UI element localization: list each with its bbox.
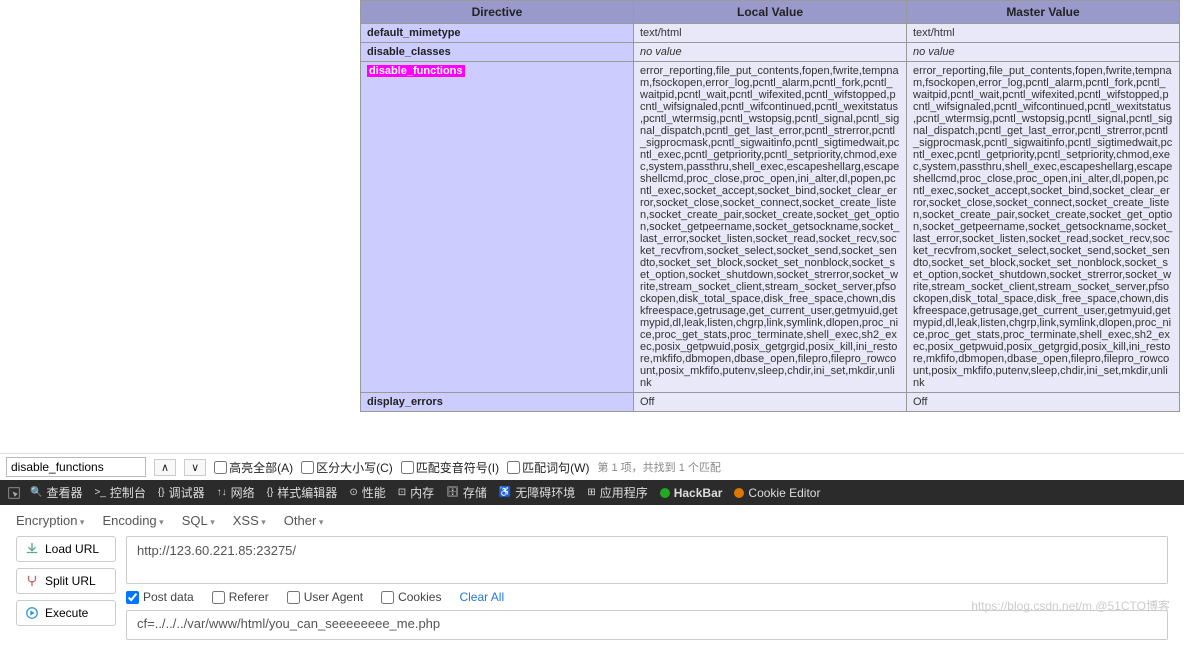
directive-cell: display_errors xyxy=(361,393,634,412)
url-input[interactable]: http://123.60.221.85:23275/ xyxy=(126,536,1168,584)
inspector-icon[interactable] xyxy=(8,487,20,499)
table-row: disable_classesno valueno value xyxy=(361,43,1180,62)
hackbar-menu-sql[interactable]: SQL xyxy=(182,513,215,528)
find-next-button[interactable]: ∨ xyxy=(184,459,206,476)
col-master: Master Value xyxy=(907,1,1180,24)
devtools-tab-控制台[interactable]: >_控制台 xyxy=(94,484,145,501)
directive-cell: disable_functions xyxy=(361,62,634,393)
match-diacritics-checkbox[interactable]: 匹配变音符号(I) xyxy=(401,459,499,476)
devtools-tab-HackBar[interactable]: HackBar xyxy=(660,486,723,500)
devtools-tab-网络[interactable]: ↑↓网络 xyxy=(217,484,255,501)
hackbar-menu-xss[interactable]: XSS xyxy=(233,513,266,528)
split-url-button[interactable]: Split URL xyxy=(16,568,116,594)
devtools-tab-无障碍环境[interactable]: ♿无障碍环境 xyxy=(499,484,575,501)
master-value-cell: error_reporting,file_put_contents,fopen,… xyxy=(907,62,1180,393)
master-value-cell: no value xyxy=(907,43,1180,62)
directive-cell: disable_classes xyxy=(361,43,634,62)
devtools-tab-查看器[interactable]: 🔍查看器 xyxy=(30,484,82,501)
whole-words-checkbox[interactable]: 匹配词句(W) xyxy=(507,459,589,476)
master-value-cell: text/html xyxy=(907,24,1180,43)
table-row: disable_functionserror_reporting,file_pu… xyxy=(361,62,1180,393)
devtools-tab-Cookie Editor[interactable]: Cookie Editor xyxy=(734,486,820,500)
local-value-cell: Off xyxy=(634,393,907,412)
devtools-tab-应用程序[interactable]: ⊞应用程序 xyxy=(587,484,647,501)
find-status: 第 1 项，共找到 1 个匹配 xyxy=(597,459,720,475)
local-value-cell: error_reporting,file_put_contents,fopen,… xyxy=(634,62,907,393)
clear-all-link[interactable]: Clear All xyxy=(459,590,504,604)
devtools-tab-性能[interactable]: ⊙性能 xyxy=(349,484,385,501)
match-case-checkbox[interactable]: 区分大小写(C) xyxy=(301,459,393,476)
devtools-bar: 🔍查看器 >_控制台 {}调试器 ↑↓网络 {}样式编辑器 ⊙性能 ⊡内存 🗄存储 ♿无障碍环境… xyxy=(0,480,1184,505)
table-row: display_errorsOffOff xyxy=(361,393,1180,412)
hackbar-menu-encoding[interactable]: Encoding xyxy=(102,513,163,528)
devtools-tab-样式编辑器[interactable]: {}样式编辑器 xyxy=(267,484,338,501)
directive-cell: default_mimetype xyxy=(361,24,634,43)
local-value-cell: no value xyxy=(634,43,907,62)
col-local: Local Value xyxy=(634,1,907,24)
hackbar-menu-encryption[interactable]: Encryption xyxy=(16,513,84,528)
load-url-button[interactable]: Load URL xyxy=(16,536,116,562)
devtools-tab-存储[interactable]: 🗄存储 xyxy=(446,484,487,501)
phpinfo-table: Directive Local Value Master Value defau… xyxy=(360,0,1180,412)
post-data-input[interactable]: cf=../../../var/www/html/you_can_seeeeee… xyxy=(126,610,1168,640)
hackbar-panel: Encryption Encoding SQL XSS Other Load URL S… xyxy=(0,505,1184,648)
master-value-cell: Off xyxy=(907,393,1180,412)
find-bar: ∧ ∨ 高亮全部(A) 区分大小写(C) 匹配变音符号(I) 匹配词句(W) 第… xyxy=(0,453,1184,480)
cookies-checkbox[interactable]: Cookies xyxy=(381,590,441,604)
post-data-checkbox[interactable]: Post data xyxy=(126,590,194,604)
execute-button[interactable]: Execute xyxy=(16,600,116,626)
devtools-tab-内存[interactable]: ⊡内存 xyxy=(398,484,434,501)
devtools-tab-调试器[interactable]: {}调试器 xyxy=(158,484,205,501)
table-row: default_mimetypetext/htmltext/html xyxy=(361,24,1180,43)
local-value-cell: text/html xyxy=(634,24,907,43)
col-directive: Directive xyxy=(361,1,634,24)
find-prev-button[interactable]: ∧ xyxy=(154,459,176,476)
table-header-row: Directive Local Value Master Value xyxy=(361,1,1180,24)
hackbar-menu: Encryption Encoding SQL XSS Other xyxy=(16,513,1168,528)
watermark: https://blog.csdn.net/m @51CTO博客 xyxy=(971,597,1170,614)
page-content: Directive Local Value Master Value defau… xyxy=(0,0,1184,453)
referer-checkbox[interactable]: Referer xyxy=(212,590,269,604)
hackbar-menu-other[interactable]: Other xyxy=(284,513,324,528)
find-input[interactable] xyxy=(6,457,146,477)
highlight-all-checkbox[interactable]: 高亮全部(A) xyxy=(214,459,293,476)
user-agent-checkbox[interactable]: User Agent xyxy=(287,590,363,604)
